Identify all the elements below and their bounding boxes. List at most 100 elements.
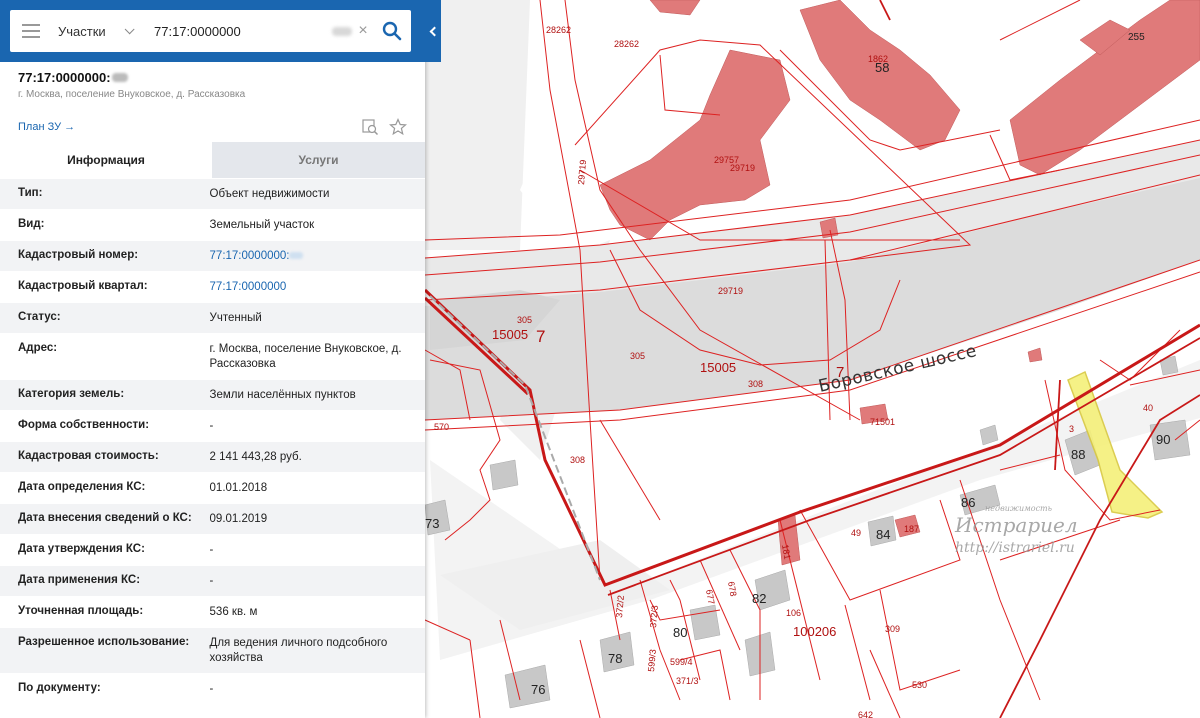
property-row: Адрес: г. Москва, поселение Внуковское, д… — [0, 333, 425, 379]
star-icon[interactable] — [389, 118, 407, 141]
parcel-label: 305 — [517, 315, 532, 325]
parcel-label: 106 — [786, 608, 801, 618]
property-value-text: г. Москва, поселение Внуковское, д. Расс… — [209, 343, 402, 370]
parcel-label: 3 — [1069, 424, 1074, 434]
property-key: Кадастровая стоимость: — [18, 450, 159, 462]
property-row: Дата утверждения КС: - — [0, 534, 425, 565]
parcel-label: 309 — [885, 624, 900, 634]
property-row: По документу: - — [0, 673, 425, 704]
tab-information[interactable]: Информация — [0, 142, 212, 178]
search-box: Участки × — [10, 10, 411, 52]
parcel-label: 599/4 — [670, 657, 693, 667]
property-value-text: Для ведения личного подсобного хозяйства — [209, 637, 388, 664]
house-number: 73 — [425, 516, 439, 531]
house-number: 78 — [608, 651, 622, 666]
menu-icon[interactable] — [22, 24, 40, 38]
property-key: Категория земель: — [18, 388, 125, 400]
parcel-label: 371/3 — [676, 676, 699, 686]
parcel-label: 599/3 — [646, 649, 658, 672]
house-number: 90 — [1156, 432, 1170, 447]
parcel-label: 29719 — [718, 286, 743, 296]
object-address: г. Москва, поселение Внуковское, д. Расс… — [18, 89, 246, 100]
property-key: Форма собственности: — [18, 419, 150, 431]
property-value: - — [210, 411, 407, 441]
parcel-label: 7 — [536, 327, 545, 346]
zoom-to-object-icon[interactable] — [361, 118, 379, 141]
property-value: 2 141 443,28 руб. — [210, 442, 407, 472]
parcel-label: 372/3 — [648, 605, 660, 628]
parcel-label: 28262 — [614, 39, 639, 49]
parcel-label: 308 — [748, 379, 763, 389]
redacted-suffix — [332, 26, 352, 36]
property-key: Дата определения КС: — [18, 481, 146, 493]
object-title: 77:17:0000000: — [18, 70, 407, 85]
redacted-suffix — [111, 73, 128, 82]
object-tools — [361, 118, 407, 141]
property-value: 09.01.2019 — [210, 504, 407, 534]
property-value[interactable]: 77:17:0000000: — [210, 241, 407, 271]
property-row: Статус: Учтенный — [0, 302, 425, 333]
property-row: Дата применения КС: - — [0, 565, 425, 596]
info-panel: Участки × 77:17:0000000: г. Москва, посе… — [0, 0, 425, 718]
property-key: Вид: — [18, 218, 45, 230]
property-row: Тип: Объект недвижимости — [0, 178, 425, 209]
property-key: Кадастровый квартал: — [18, 280, 148, 292]
parcel-label: 570 — [434, 422, 449, 432]
parcel-label: 678 — [726, 581, 738, 598]
parcel-label: 40 — [1143, 403, 1153, 413]
chevron-down-icon — [124, 23, 135, 34]
layer-select[interactable]: Участки — [58, 24, 148, 39]
plan-link[interactable]: План ЗУ → — [18, 121, 75, 133]
property-key: Дата применения КС: — [18, 574, 141, 586]
property-value-text: Учтенный — [209, 312, 262, 324]
house-number: 76 — [531, 682, 545, 697]
property-key: Тип: — [18, 187, 43, 199]
property-key: Дата утверждения КС: — [18, 543, 145, 555]
parcel-label: 187 — [904, 524, 919, 534]
search-icon[interactable] — [381, 20, 403, 42]
property-row: Дата определения КС: 01.01.2018 — [0, 472, 425, 503]
property-value: Для ведения личного подсобного хозяйства — [210, 628, 407, 673]
property-value: - — [210, 566, 407, 596]
property-key: Дата внесения сведений о КС: — [18, 512, 192, 524]
property-key: Кадастровый номер: — [18, 249, 139, 261]
property-row: Кадастровый квартал: 77:17:0000000 — [0, 271, 425, 302]
redacted-suffix — [289, 252, 304, 259]
property-value: Объект недвижимости — [210, 179, 407, 209]
property-value-text: Земельный участок — [209, 219, 315, 231]
property-value[interactable]: 77:17:0000000 — [210, 272, 407, 302]
collapse-panel-button[interactable] — [425, 0, 441, 62]
house-number: 82 — [752, 591, 766, 606]
property-value-text: 2 141 443,28 руб. — [209, 451, 302, 463]
object-header: 77:17:0000000: г. Москва, поселение Внук… — [0, 62, 425, 142]
property-value-text: - — [209, 420, 214, 432]
tab-services[interactable]: Услуги — [212, 142, 425, 178]
property-row: Кадастровая стоимость: 2 141 443,28 руб. — [0, 441, 425, 472]
property-value: - — [210, 535, 407, 565]
house-number: 84 — [876, 527, 890, 542]
house-number: 80 — [673, 625, 687, 640]
property-value: г. Москва, поселение Внуковское, д. Расс… — [210, 334, 407, 379]
property-row: Вид: Земельный участок — [0, 209, 425, 240]
property-value-text: 536 кв. м — [209, 606, 258, 618]
chevron-left-icon — [429, 26, 440, 36]
property-key: По документу: — [18, 682, 101, 694]
property-value-text: 77:17:0000000 — [209, 281, 287, 293]
search-input[interactable] — [154, 23, 334, 39]
clear-icon[interactable]: × — [355, 22, 371, 40]
property-value-text: Земли населённых пунктов — [209, 389, 356, 401]
property-key: Адрес: — [18, 342, 58, 354]
property-row: Форма собственности: - — [0, 410, 425, 441]
property-row: Уточненная площадь: 536 кв. м — [0, 596, 425, 627]
parcel-label: 100206 — [793, 624, 836, 639]
parcel-label: 372/2 — [614, 595, 626, 618]
parcel-label: 28262 — [546, 25, 571, 35]
parcel-label: 305 — [630, 351, 645, 361]
parcel-label: 29719 — [730, 163, 755, 173]
property-row: Категория земель: Земли населённых пункто… — [0, 379, 425, 410]
property-value: Земельный участок — [210, 210, 407, 240]
property-value-text: Объект недвижимости — [209, 188, 330, 200]
house-number: 1862 — [868, 54, 888, 64]
search-bar: Участки × — [0, 0, 425, 62]
parcel-label: 15005 — [492, 327, 528, 342]
